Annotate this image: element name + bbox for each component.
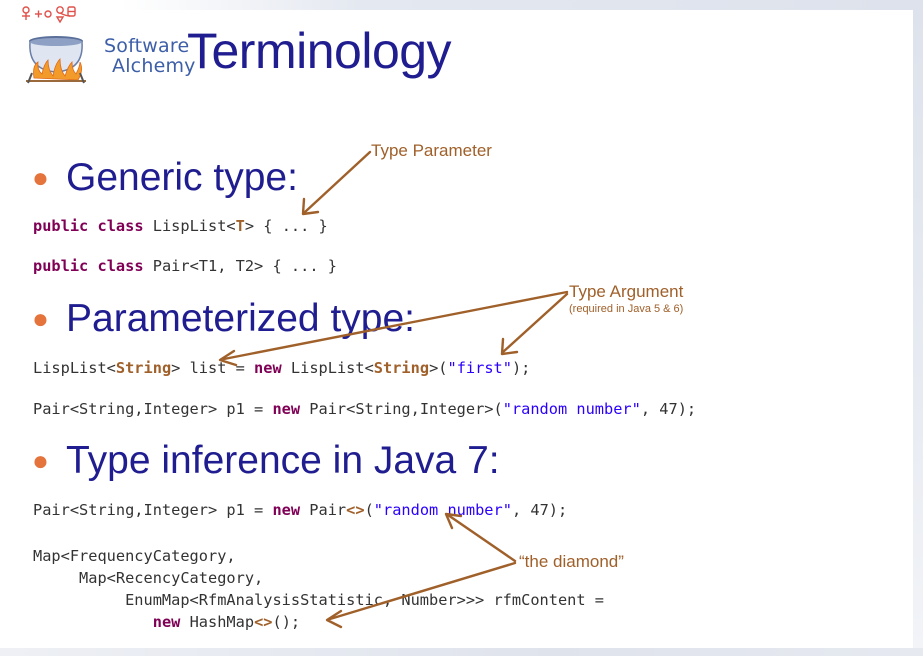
arrow-icon bbox=[301, 150, 372, 216]
arrow-icon bbox=[218, 290, 569, 367]
arrow-icon bbox=[444, 512, 517, 563]
arrow-icon bbox=[325, 561, 517, 629]
annotation-arrows bbox=[218, 150, 569, 629]
slide: Software Alchemy Terminology ● Generic t… bbox=[0, 0, 923, 656]
